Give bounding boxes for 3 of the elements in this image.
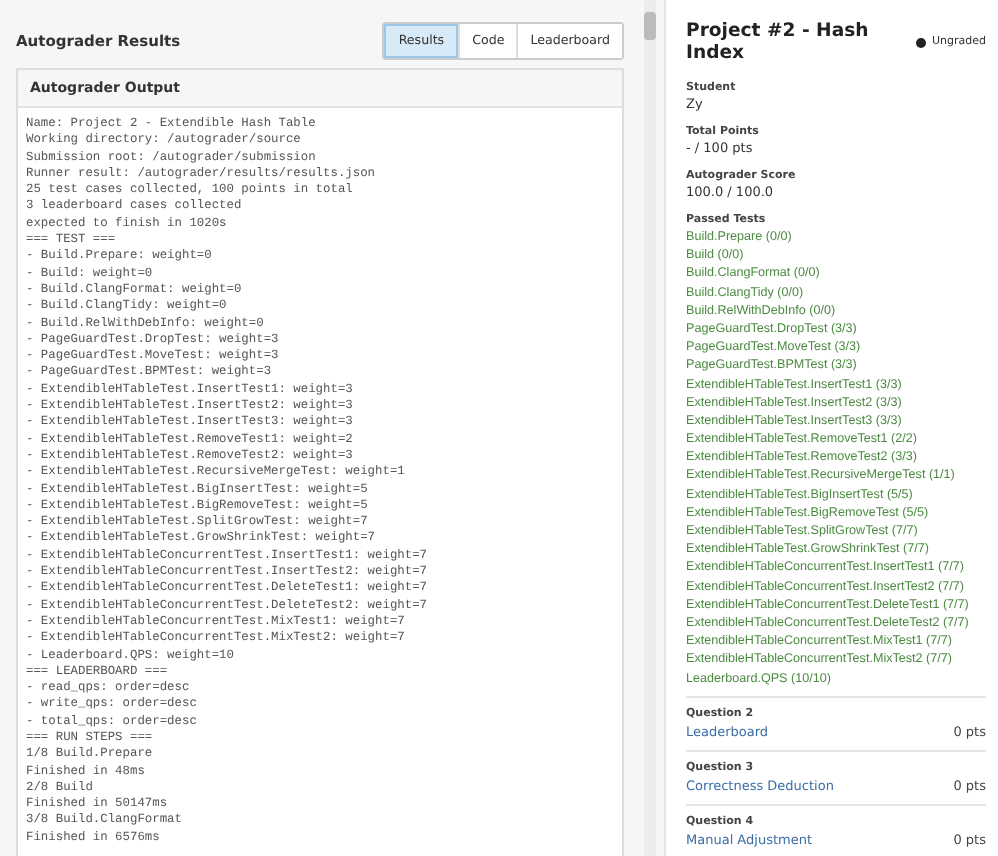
assignment-title: Project #2 - Hash Index <box>686 20 871 64</box>
status-dot-icon <box>915 37 926 47</box>
scrollbar[interactable] <box>644 0 656 856</box>
